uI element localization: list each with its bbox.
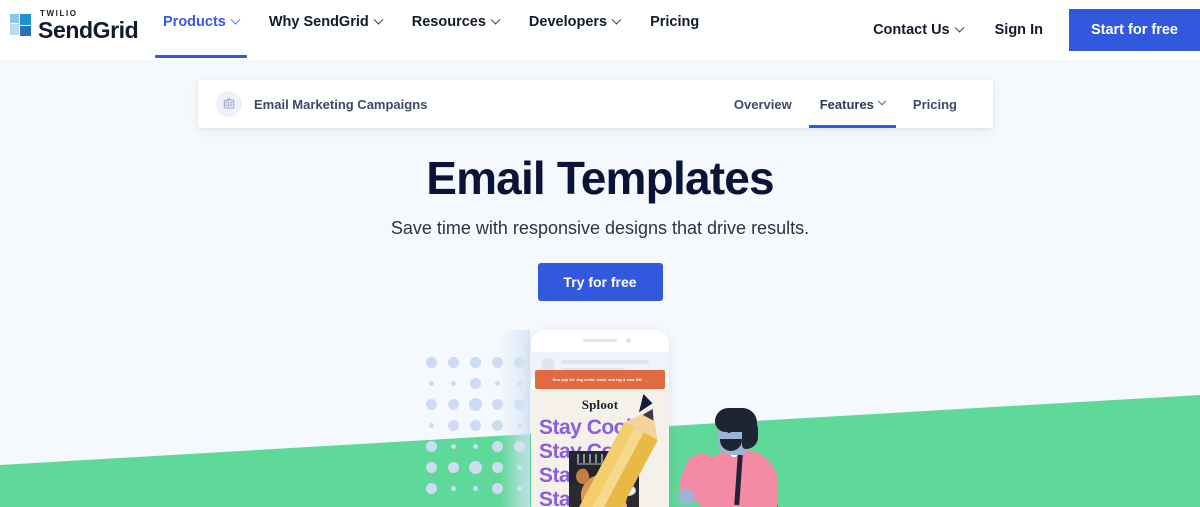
nav-item-why-sendgrid-label: Why SendGrid bbox=[268, 14, 369, 30]
person-hair bbox=[715, 408, 757, 432]
pencil-lead bbox=[642, 406, 659, 421]
photo-background bbox=[569, 451, 639, 485]
subject-placeholder-line bbox=[561, 360, 649, 364]
subnav-item-features[interactable]: Features bbox=[806, 80, 899, 128]
preview-placeholder-line bbox=[561, 368, 625, 372]
nav-item-developers[interactable]: Developers bbox=[514, 0, 635, 44]
phone-edge-shadow bbox=[500, 330, 530, 507]
headline-line-4: Stay Cool bbox=[539, 488, 632, 507]
hero-section: Email Templates Save time with responsiv… bbox=[0, 150, 1200, 301]
contact-us-label: Contact Us bbox=[873, 22, 950, 38]
product-subnav: Email Marketing Campaigns Overview Featu… bbox=[198, 80, 993, 128]
pencil-tip bbox=[623, 400, 670, 441]
person-illustration bbox=[673, 405, 820, 507]
nav-item-developers-label: Developers bbox=[528, 14, 608, 30]
sender-avatar bbox=[541, 358, 555, 372]
try-for-free-button[interactable]: Try for free bbox=[537, 263, 663, 301]
person-head bbox=[718, 413, 752, 455]
email-body: Sploot Stay Cool Stay Cool Stay Cool Sta… bbox=[531, 389, 669, 507]
phone-speaker-notch bbox=[583, 339, 617, 342]
nav-item-products[interactable]: Products bbox=[148, 0, 254, 58]
headline-line-1: Stay Cool bbox=[539, 416, 632, 439]
start-for-free-button[interactable]: Start for free bbox=[1068, 9, 1200, 51]
subnav-title: Email Marketing Campaigns bbox=[254, 96, 428, 112]
chevron-down-icon bbox=[611, 14, 622, 25]
subnav-item-pricing[interactable]: Pricing bbox=[899, 80, 971, 128]
subnav-item-overview[interactable]: Overview bbox=[720, 80, 806, 128]
page-root: New pup kit: dog collar, leash, and tag … bbox=[0, 0, 1200, 507]
dog-with-sunglasses-photo bbox=[569, 451, 639, 507]
photo-shelf-bottles bbox=[577, 454, 623, 464]
subnav-item-pricing-label: Pricing bbox=[912, 96, 957, 112]
person-torso bbox=[700, 450, 778, 507]
person-leg bbox=[736, 497, 778, 507]
phone-camera-dot bbox=[626, 338, 631, 343]
nav-item-why-sendgrid[interactable]: Why SendGrid bbox=[254, 0, 397, 44]
dog-nose bbox=[612, 501, 620, 506]
decorative-dot-grid bbox=[420, 352, 530, 497]
person-eye bbox=[727, 429, 731, 433]
email-header-bar bbox=[531, 352, 669, 378]
pencil-icon bbox=[566, 400, 670, 507]
contact-us-link[interactable]: Contact Us bbox=[857, 22, 979, 38]
nav-item-resources-label: Resources bbox=[411, 14, 486, 30]
promo-banner: New pup kit: dog collar, leash, and tag … bbox=[535, 370, 665, 389]
headline-line-2: Stay Cool bbox=[539, 440, 632, 463]
nav-item-resources[interactable]: Resources bbox=[397, 0, 514, 44]
person-hand bbox=[674, 486, 698, 507]
phone-mockup: New pup kit: dog collar, leash, and tag … bbox=[531, 330, 669, 507]
chevron-down-icon bbox=[490, 14, 501, 25]
main-navigation: Products Why SendGrid Resources Develope… bbox=[148, 0, 714, 60]
logo-text: TWILIO SendGrid bbox=[38, 9, 139, 43]
hero-subtitle: Save time with responsive designs that d… bbox=[390, 218, 810, 238]
photo-shelf bbox=[577, 463, 623, 465]
nav-item-products-label: Products bbox=[163, 14, 226, 30]
promo-banner-text: New pup kit: dog collar, leash, and tag … bbox=[552, 377, 648, 382]
dog-ear-right bbox=[615, 467, 632, 486]
chevron-down-icon bbox=[373, 14, 384, 25]
sign-in-link[interactable]: Sign In bbox=[979, 22, 1059, 38]
green-diagonal-band bbox=[0, 387, 1200, 507]
photo-red-strap bbox=[623, 458, 636, 490]
person-beard bbox=[720, 439, 742, 451]
dog-snout bbox=[605, 499, 627, 507]
headline-line-3: Stay Cool bbox=[539, 464, 632, 487]
person-arm bbox=[673, 448, 725, 507]
subnav-item-features-label: Features bbox=[819, 96, 874, 112]
subnav-item-overview-label: Overview bbox=[733, 96, 792, 112]
twilio-sendgrid-logo-mark bbox=[10, 14, 32, 36]
chevron-down-icon bbox=[954, 22, 965, 33]
email-campaign-icon bbox=[216, 91, 242, 117]
chevron-down-icon bbox=[230, 14, 241, 25]
subnav-brand[interactable]: Email Marketing Campaigns bbox=[198, 91, 427, 117]
header-right-actions: Contact Us Sign In Start for free bbox=[857, 0, 1200, 60]
logo-sendgrid-text: SendGrid bbox=[38, 16, 139, 43]
twilio-sendgrid-logo[interactable]: TWILIO SendGrid bbox=[10, 8, 139, 43]
pointer-cursor bbox=[638, 393, 655, 416]
email-brand-word: Sploot bbox=[581, 397, 619, 412]
page-title: Email Templates bbox=[426, 152, 774, 204]
nav-item-pricing-label: Pricing bbox=[650, 14, 700, 30]
person-hair-back bbox=[742, 419, 758, 449]
dog-head bbox=[581, 474, 636, 507]
chevron-down-icon bbox=[877, 96, 887, 106]
pencil-body bbox=[568, 422, 658, 507]
person-collar bbox=[724, 445, 744, 457]
site-header: TWILIO SendGrid Products Why SendGrid Re… bbox=[0, 0, 1200, 60]
nav-item-pricing[interactable]: Pricing bbox=[635, 0, 714, 44]
dog-ear-left bbox=[574, 467, 591, 486]
person-suspender bbox=[734, 454, 743, 506]
dog-sunglasses bbox=[596, 485, 636, 496]
subnav-links: Overview Features Pricing bbox=[720, 80, 993, 128]
sign-in-label: Sign In bbox=[994, 22, 1043, 38]
